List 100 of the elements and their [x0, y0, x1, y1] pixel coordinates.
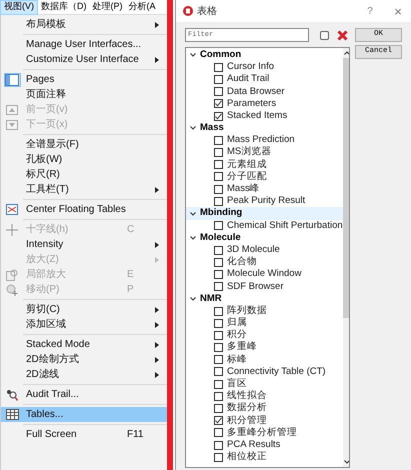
scrollbar[interactable]	[342, 48, 349, 467]
checkbox[interactable]	[214, 258, 223, 267]
tree-item-label: 3D Molecule	[227, 242, 280, 256]
tree-item-label: PCA Results	[227, 438, 280, 451]
tree-group[interactable]: Mass	[186, 122, 343, 134]
tree-item-label: 相位校正	[227, 450, 267, 464]
scroll-down-icon[interactable]	[344, 460, 349, 464]
tree-item-label: 积分	[227, 328, 247, 341]
menu-item[interactable]: 全谱显示(F)	[1, 137, 167, 152]
page-down-icon	[6, 120, 18, 130]
chevron-icon[interactable]	[190, 212, 196, 216]
checkbox[interactable]	[214, 74, 223, 84]
checkbox[interactable]	[214, 87, 223, 96]
menu-bar-item[interactable]: 分析(A	[126, 0, 158, 14]
tree-item-label: 多重峰分析管理	[227, 426, 297, 440]
tree-group[interactable]: Molecule	[186, 232, 343, 244]
menu-item[interactable]: Audit Trail...	[1, 387, 167, 402]
checkbox[interactable]	[214, 380, 223, 389]
checkbox[interactable]	[214, 160, 223, 170]
chevron-icon[interactable]	[190, 236, 196, 240]
checkbox[interactable]	[214, 306, 223, 316]
tree-item-label: Parameters	[227, 96, 276, 111]
checkbox[interactable]	[214, 246, 223, 255]
page-up-icon	[6, 104, 18, 114]
tree-item-label: 盲区	[227, 377, 247, 390]
menu-item[interactable]: Pages	[1, 72, 167, 87]
tree-group[interactable]: NMR	[186, 292, 343, 305]
checkbox[interactable]	[214, 184, 223, 194]
menu-item[interactable]: 布局模板	[1, 17, 167, 32]
scrollbar-thumb[interactable]	[342, 58, 349, 318]
close-button[interactable]: ×	[391, 4, 405, 18]
crosshair-icon	[6, 224, 18, 236]
tree-item-label: 归属	[227, 316, 247, 330]
menu-item[interactable]: Stacked Mode	[1, 337, 167, 352]
checkbox[interactable]	[214, 62, 223, 72]
tree-item-label: Connectivity Table (CT)	[227, 364, 326, 378]
menu-item[interactable]: 剪切(C)	[1, 302, 167, 317]
tree-item-label: 分子匹配	[227, 170, 267, 184]
checkbox[interactable]	[214, 367, 223, 376]
checkbox[interactable]	[214, 148, 223, 158]
checkbox[interactable]	[214, 440, 223, 450]
chevron-icon[interactable]	[190, 296, 196, 301]
checkbox[interactable]	[214, 172, 223, 182]
scroll-up-icon[interactable]	[344, 51, 349, 55]
tree-item-label: 多重峰	[227, 340, 257, 354]
menu-item[interactable]: 页面注释	[1, 87, 167, 102]
app-logo-icon	[183, 6, 193, 16]
checkbox[interactable]	[214, 343, 223, 352]
menu-item[interactable]: Intensity	[1, 237, 167, 252]
checkbox[interactable]	[214, 99, 223, 108]
tree-item-label: 数据分析	[227, 401, 267, 415]
tree-item-label: Stacked Items	[227, 108, 288, 123]
menu-item[interactable]: 2D滤线	[1, 367, 167, 382]
tree-item-label: 线性拟合	[227, 389, 267, 402]
help-button[interactable]: ?	[363, 4, 377, 18]
menu-item[interactable]: 工具栏(T)	[1, 182, 167, 197]
checkbox[interactable]	[214, 136, 223, 145]
checkbox[interactable]	[214, 196, 223, 206]
tree-item-label: 元素组成	[227, 158, 267, 172]
menu-item[interactable]: Tables...	[1, 407, 167, 422]
checkbox[interactable]	[214, 221, 223, 230]
tree-group[interactable]: Mbinding	[186, 207, 343, 220]
checkbox[interactable]	[214, 404, 223, 414]
menu-item[interactable]: Center Floating Tables	[1, 202, 167, 217]
menu-item[interactable]: 孔板(W)	[1, 152, 167, 167]
chevron-icon[interactable]	[190, 126, 196, 130]
menu-item[interactable]: Manage User Interfaces...	[1, 37, 167, 52]
menu-bar-item[interactable]: 视图(V)	[0, 0, 38, 14]
checkbox[interactable]	[214, 428, 223, 438]
checkbox[interactable]	[214, 282, 223, 292]
checkbox[interactable]	[214, 452, 223, 462]
tree-item-label: 积分管理	[227, 414, 267, 427]
checkbox[interactable]	[214, 355, 223, 364]
tree-group[interactable]: Common	[186, 49, 343, 62]
tree-item-label: Data Browser	[227, 84, 285, 99]
checkbox[interactable]	[214, 330, 223, 340]
menu-bar-item[interactable]: 数据库（D)	[38, 0, 90, 14]
tree-item-label: Mass Prediction	[227, 133, 295, 146]
dialog-title: 表格	[197, 4, 218, 18]
menu-bar-item[interactable]: 处理(P)	[90, 0, 126, 14]
checkbox[interactable]	[214, 270, 223, 279]
table-icon	[6, 409, 18, 420]
tree-item-label: 标峰	[227, 352, 247, 367]
menu-item[interactable]: 标尺(R)	[1, 167, 167, 182]
menu-item[interactable]: 2D绘制方式	[1, 352, 167, 367]
tree-item-label: SDF Browser	[227, 280, 284, 294]
clear-icon[interactable]	[337, 30, 348, 40]
menu-item[interactable]: Full Screen F11	[1, 427, 167, 442]
checkbox[interactable]	[214, 112, 223, 121]
checkbox[interactable]	[214, 416, 223, 426]
menu-item[interactable]: 添加区域	[1, 317, 167, 332]
tree-item-label: MS浏览器	[227, 145, 272, 159]
checkbox[interactable]	[214, 318, 223, 328]
checkbox[interactable]	[214, 392, 223, 401]
table-center-icon	[6, 204, 18, 215]
chevron-icon[interactable]	[190, 53, 196, 58]
tree-item-label: Molecule Window	[227, 267, 302, 282]
tree-item-label: Peak Purity Result	[227, 194, 306, 208]
checkbox-toggle-icon[interactable]	[320, 30, 329, 40]
menu-item[interactable]: Customize User Interface	[1, 52, 167, 67]
